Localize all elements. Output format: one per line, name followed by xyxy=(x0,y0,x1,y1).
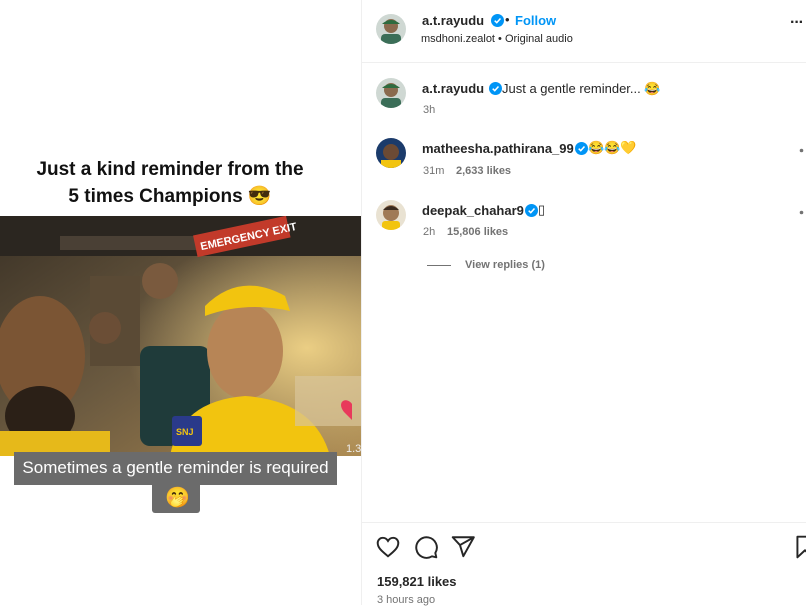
verified-badge-icon xyxy=(575,142,588,155)
verified-badge-icon xyxy=(491,14,504,27)
comment-username[interactable]: matheesha.pathirana_99 xyxy=(422,141,574,156)
like-comment-icon[interactable] xyxy=(797,146,806,155)
header-divider xyxy=(362,62,806,63)
video-frame[interactable]: EMERGENCY EXIT SNJ xyxy=(0,216,361,456)
avatar-comment-2[interactable] xyxy=(376,200,406,230)
heart-icon[interactable] xyxy=(375,534,401,560)
view-replies-button[interactable]: View replies (1) xyxy=(465,259,545,271)
avatar-caption-author[interactable] xyxy=(376,78,406,108)
more-options-icon[interactable]: ··· xyxy=(790,14,804,32)
audio-line[interactable]: msdhoni.zealot • Original audio xyxy=(421,33,573,45)
video-counter: 1.3 xyxy=(346,443,362,455)
comment-likes[interactable]: 2,633 likes xyxy=(456,165,511,177)
overlay-emoji-box: 🤭 xyxy=(152,481,200,513)
caption-time[interactable]: 3h xyxy=(423,104,435,116)
comment-icon[interactable] xyxy=(413,534,439,560)
media-title-line2: 5 times Champions 😎 xyxy=(68,186,272,207)
header-username[interactable]: a.t.rayudu xyxy=(422,13,484,28)
comment-username[interactable]: deepak_chahar9 xyxy=(422,203,524,218)
media-title-line1: Just a kind reminder from the xyxy=(36,159,304,180)
overlay-emoji: 🤭 xyxy=(165,487,190,509)
avatar-comment-1[interactable] xyxy=(376,138,406,168)
replies-line xyxy=(427,265,451,266)
header-separator: • xyxy=(505,12,510,27)
share-icon[interactable] xyxy=(450,534,476,560)
post-media[interactable]: Just a kind reminder from the 5 times Ch… xyxy=(0,0,361,605)
video-scene: EMERGENCY EXIT SNJ xyxy=(0,216,361,456)
avatar-author[interactable] xyxy=(376,14,406,44)
comment-time[interactable]: 2h xyxy=(423,226,435,238)
comment-text: ▯ xyxy=(538,202,546,217)
comment-time[interactable]: 31m xyxy=(423,165,444,177)
jersey-badge: SNJ xyxy=(176,427,194,437)
likes-count[interactable]: 159,821 likes xyxy=(377,574,457,589)
footer-divider xyxy=(362,522,806,523)
comment-text: 😂😂💛 xyxy=(588,140,637,155)
caption-username[interactable]: a.t.rayudu xyxy=(422,81,484,96)
caption-text: Just a gentle reminder... 😂 xyxy=(502,81,661,96)
bookmark-icon[interactable] xyxy=(792,534,806,560)
pane-divider xyxy=(361,0,362,605)
follow-button[interactable]: Follow xyxy=(515,13,556,28)
verified-badge-icon xyxy=(525,204,538,217)
comment-likes[interactable]: 15,806 likes xyxy=(447,226,508,238)
post-header: a.t.rayudu • Follow msdhoni.zealot • Ori… xyxy=(362,0,806,62)
verified-badge-icon xyxy=(489,82,502,95)
post-timestamp[interactable]: 3 hours ago xyxy=(377,594,435,606)
like-comment-icon[interactable] xyxy=(797,208,806,217)
